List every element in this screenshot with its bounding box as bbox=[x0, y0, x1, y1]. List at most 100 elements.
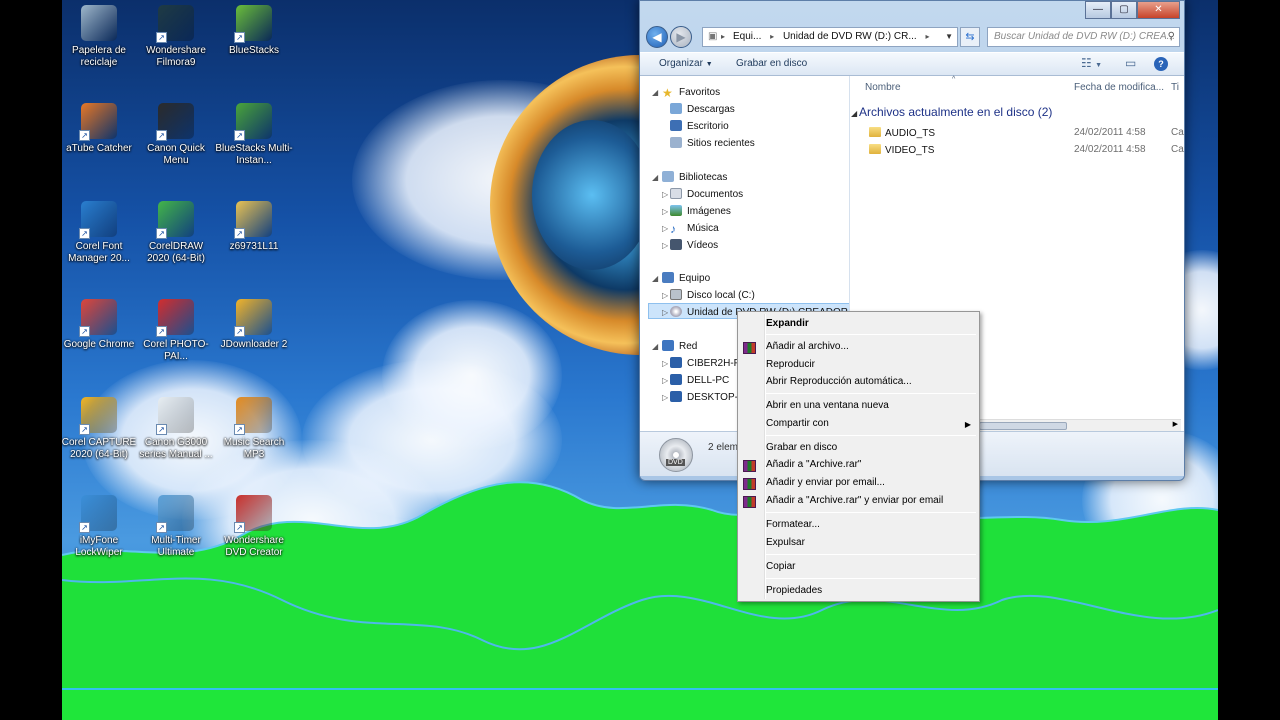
column-header-date[interactable]: Fecha de modifica... bbox=[1074, 82, 1164, 93]
nav-local-disk[interactable]: Disco local (C:) bbox=[670, 289, 755, 301]
expand-arrow-icon[interactable]: ▷ bbox=[662, 393, 668, 402]
context-menu-item[interactable]: Formatear... bbox=[766, 519, 820, 530]
nav-pictures[interactable]: Imágenes bbox=[670, 205, 731, 217]
minimize-button[interactable]: — bbox=[1085, 1, 1111, 19]
nav-documents[interactable]: Documentos bbox=[670, 188, 743, 200]
breadcrumb-computer[interactable]: Equi... bbox=[733, 31, 761, 42]
context-menu-item[interactable]: Abrir en una ventana nueva bbox=[766, 400, 889, 411]
burn-disc-button[interactable]: Grabar en disco bbox=[736, 58, 807, 69]
context-menu-item[interactable]: Expandir bbox=[766, 318, 809, 329]
context-menu-item[interactable]: Añadir a "Archive.rar" bbox=[766, 459, 861, 470]
shortcut-arrow-icon: ↗ bbox=[234, 130, 245, 141]
nav-network-pc-1[interactable]: CIBER2H-PC bbox=[670, 357, 748, 369]
scrollbar-thumb[interactable] bbox=[979, 422, 1067, 430]
desktop-shortcut[interactable]: ↗ iMyFone LockWiper bbox=[60, 495, 138, 559]
desktop-shortcut[interactable]: ↗ JDownloader 2 bbox=[215, 299, 293, 351]
context-menu-item[interactable]: Grabar en disco bbox=[766, 442, 837, 453]
nav-network[interactable]: Red bbox=[662, 340, 697, 352]
collapse-arrow-icon[interactable]: ◢ bbox=[652, 342, 658, 351]
context-menu-item[interactable]: Añadir a "Archive.rar" y enviar por emai… bbox=[766, 495, 943, 506]
desktop-shortcut[interactable]: ↗ Canon G3000 series Manual ... bbox=[137, 397, 215, 461]
help-icon[interactable]: ? bbox=[1154, 57, 1168, 71]
desktop-shortcut[interactable]: ↗ Corel CAPTURE 2020 (64-Bit) bbox=[60, 397, 138, 461]
expand-arrow-icon[interactable]: ▷ bbox=[662, 359, 668, 368]
file-row-audio-ts[interactable]: AUDIO_TS bbox=[869, 127, 935, 139]
shortcut-arrow-icon: ↗ bbox=[156, 130, 167, 141]
nav-recent-places[interactable]: Sitios recientes bbox=[670, 137, 755, 149]
refresh-button[interactable]: ⇆ bbox=[960, 27, 980, 47]
expand-arrow-icon[interactable]: ▷ bbox=[662, 190, 668, 199]
nav-favorites[interactable]: ★ Favoritos bbox=[662, 86, 720, 100]
file-row-video-ts[interactable]: VIDEO_TS bbox=[869, 144, 934, 156]
group-title[interactable]: Archivos actualmente en el disco (2) bbox=[859, 105, 1052, 119]
collapse-arrow-icon[interactable]: ◢ bbox=[652, 274, 658, 283]
scroll-right-icon[interactable]: ▶ bbox=[1173, 420, 1178, 428]
shortcut-arrow-icon: ↗ bbox=[79, 522, 90, 533]
horizontal-scrollbar[interactable]: ▶ bbox=[979, 419, 1181, 431]
context-menu-item[interactable]: Añadir y enviar por email... bbox=[766, 477, 885, 488]
desktop-shortcut[interactable]: Papelera de reciclaje bbox=[60, 5, 138, 69]
group-collapse-icon[interactable]: ◢ bbox=[851, 109, 857, 118]
expand-arrow-icon[interactable]: ▷ bbox=[662, 291, 668, 300]
desktop-shortcut[interactable]: ↗ Music Search MP3 bbox=[215, 397, 293, 461]
collapse-arrow-icon[interactable]: ◢ bbox=[652, 173, 658, 182]
address-bar[interactable]: ▣ ▸ Equi... ▸ Unidad de DVD RW (D:) CR..… bbox=[702, 27, 958, 47]
nav-videos[interactable]: Vídeos bbox=[670, 239, 718, 251]
context-menu-item[interactable]: Añadir al archivo... bbox=[766, 341, 849, 352]
search-input[interactable]: Buscar Unidad de DVD RW (D:) CREA... ⚲ bbox=[987, 27, 1180, 47]
nav-music[interactable]: ♪ Música bbox=[670, 222, 719, 236]
nav-downloads[interactable]: Descargas bbox=[670, 103, 735, 115]
desktop-shortcut[interactable]: ↗ Google Chrome bbox=[60, 299, 138, 351]
desktop-shortcut[interactable]: ↗ Corel Font Manager 20... bbox=[60, 201, 138, 265]
desktop-shortcut[interactable]: ↗ BlueStacks Multi-Instan... bbox=[215, 103, 293, 167]
desktop-shortcut[interactable]: ↗ CorelDRAW 2020 (64-Bit) bbox=[137, 201, 215, 265]
nav-computer[interactable]: Equipo bbox=[662, 272, 710, 284]
column-header-name[interactable]: Nombre bbox=[865, 82, 901, 93]
chevron-down-icon: ▼ bbox=[705, 61, 713, 68]
context-menu-item[interactable]: Copiar bbox=[766, 561, 795, 572]
desktop-shortcut-label: Corel Font Manager 20... bbox=[68, 241, 130, 264]
expand-arrow-icon[interactable]: ▷ bbox=[662, 308, 668, 317]
column-header-type[interactable]: Ti bbox=[1171, 82, 1179, 93]
documents-icon bbox=[670, 188, 682, 199]
expand-arrow-icon[interactable]: ▷ bbox=[662, 224, 668, 233]
address-dropdown-icon[interactable]: ▼ bbox=[945, 28, 953, 46]
pictures-icon bbox=[670, 205, 682, 216]
context-menu-item[interactable]: Compartir con bbox=[766, 418, 829, 429]
desktop-shortcut[interactable]: ↗ Wondershare DVD Creator bbox=[215, 495, 293, 559]
forward-button[interactable]: ▶ bbox=[670, 26, 692, 48]
file-date: 24/02/2011 4:58 bbox=[1074, 144, 1146, 155]
view-options-icon[interactable]: ☷ ▼ bbox=[1081, 56, 1102, 70]
context-menu-item[interactable]: Reproducir bbox=[766, 359, 815, 370]
desktop-shortcut[interactable]: ↗ Multi-Timer Ultimate bbox=[137, 495, 215, 559]
videos-icon bbox=[670, 239, 682, 250]
nav-network-pc-2[interactable]: DELL-PC bbox=[670, 374, 729, 386]
desktop-shortcut[interactable]: ↗ Corel PHOTO-PAI... bbox=[137, 299, 215, 363]
breadcrumb-dvd-drive[interactable]: Unidad de DVD RW (D:) CR... bbox=[783, 31, 917, 42]
expand-arrow-icon[interactable]: ▷ bbox=[662, 376, 668, 385]
nav-libraries[interactable]: Bibliotecas bbox=[662, 171, 727, 183]
preview-pane-icon[interactable]: ▭ bbox=[1125, 56, 1136, 70]
expand-arrow-icon[interactable]: ▷ bbox=[662, 207, 668, 216]
bluestacks-icon: ↗ bbox=[234, 5, 272, 43]
menu-separator bbox=[766, 578, 976, 579]
context-menu-item[interactable]: Abrir Reproducción automática... bbox=[766, 376, 912, 387]
nav-desktop[interactable]: Escritorio bbox=[670, 120, 729, 132]
collapse-arrow-icon[interactable]: ◢ bbox=[652, 88, 658, 97]
network-icon bbox=[662, 340, 674, 351]
desktop-shortcut[interactable]: ↗ z69731L11 bbox=[215, 201, 293, 253]
expand-arrow-icon[interactable]: ▷ bbox=[662, 241, 668, 250]
organize-button[interactable]: Organizar ▼ bbox=[659, 58, 713, 69]
close-button[interactable]: ✕ bbox=[1137, 1, 1180, 19]
back-button[interactable]: ◀ bbox=[646, 26, 668, 48]
context-menu-item[interactable]: Expulsar bbox=[766, 537, 805, 548]
desktop-shortcut[interactable]: ↗ Canon Quick Menu bbox=[137, 103, 215, 167]
submenu-arrow-icon: ▶ bbox=[964, 420, 971, 429]
search-placeholder: Buscar Unidad de DVD RW (D:) CREA... bbox=[994, 31, 1175, 42]
desktop-shortcut[interactable]: ↗ aTube Catcher bbox=[60, 103, 138, 155]
maximize-button[interactable]: ▢ bbox=[1111, 1, 1137, 19]
context-menu-item[interactable]: Propiedades bbox=[766, 585, 822, 596]
corel-photo-paint-icon: ↗ bbox=[156, 299, 194, 337]
desktop-shortcut[interactable]: ↗ BlueStacks bbox=[215, 5, 293, 57]
desktop-shortcut[interactable]: ↗ Wondershare Filmora9 bbox=[137, 5, 215, 69]
